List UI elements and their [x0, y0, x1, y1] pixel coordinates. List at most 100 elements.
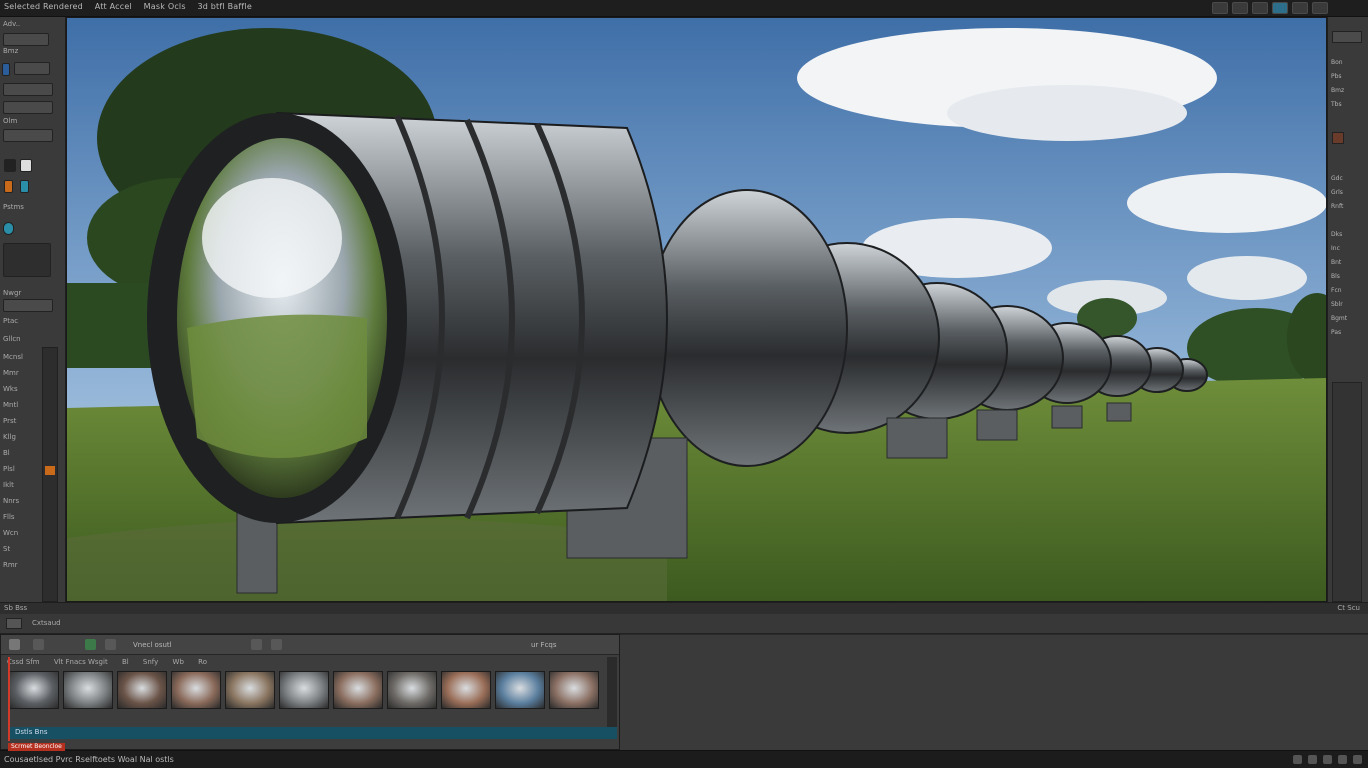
share-icon[interactable]: [1323, 755, 1332, 764]
filmstrip-right-label: ur Fcqs: [531, 641, 557, 649]
menu-item-2[interactable]: Mask Ocls: [144, 2, 186, 11]
view-mode-icon[interactable]: [1272, 2, 1288, 14]
layer-icon[interactable]: [33, 639, 44, 650]
filmstrip-label: Snfy: [142, 658, 159, 666]
loop-icon[interactable]: [105, 639, 116, 650]
tool-icon[interactable]: [271, 639, 282, 650]
settings-icon[interactable]: [1338, 755, 1347, 764]
property-label: Sblr: [1331, 301, 1343, 308]
thumbnail-strip: [9, 671, 599, 709]
media-icon[interactable]: [9, 639, 20, 650]
file-icon[interactable]: [1308, 755, 1317, 764]
tool-button-icon[interactable]: [1312, 2, 1328, 14]
frame-thumbnail[interactable]: [333, 671, 383, 709]
filmstrip-scrollbar[interactable]: [607, 657, 617, 727]
tool-label: Bl: [3, 449, 10, 457]
property-label: Pas: [1331, 329, 1342, 336]
tool-field[interactable]: [3, 83, 53, 96]
property-label: Inc: [1331, 245, 1340, 252]
active-tool-icon[interactable]: [45, 466, 55, 475]
color-swatch-icon[interactable]: [2, 63, 10, 76]
tool-field[interactable]: [3, 299, 53, 312]
filmstrip-label: Ro: [198, 658, 207, 666]
tool-label: Plsl: [3, 465, 15, 473]
status-left: Sb Bss: [4, 604, 28, 612]
menu-bar: Selected Rendered Att Accel Mask Ocls 3d…: [0, 0, 1368, 17]
color-swatch-icon[interactable]: [1332, 132, 1344, 144]
timeline-track[interactable]: Dstls Bns: [9, 727, 617, 739]
status-tag: Scrmet Beoncloe: [8, 743, 65, 751]
panel-scroll-area[interactable]: [1332, 382, 1362, 602]
property-label: Rnft: [1331, 203, 1344, 210]
tool-label: Rmr: [3, 561, 18, 569]
property-label: Tbs: [1331, 101, 1342, 108]
right-properties-panel: Bon Pbs Bmz Tbs Gdc Grls Rnft Dks Inc Bn…: [1327, 17, 1368, 627]
info-icon[interactable]: [1293, 755, 1302, 764]
property-label: Bls: [1331, 273, 1340, 280]
tool-label: Bmz: [3, 47, 19, 55]
property-label: Pbs: [1331, 73, 1342, 80]
tool-icon[interactable]: [251, 639, 262, 650]
frame-thumbnail[interactable]: [495, 671, 545, 709]
menu-item-1[interactable]: Att Accel: [95, 2, 132, 11]
tool-button-icon[interactable]: [1232, 2, 1248, 14]
tray-icons: [1293, 755, 1362, 764]
tool-field[interactable]: [14, 62, 50, 75]
playhead[interactable]: [8, 657, 10, 741]
photo-editor-window: Selected Rendered Att Accel Mask Ocls 3d…: [0, 0, 1368, 768]
property-field[interactable]: [1332, 31, 1362, 43]
tool-field[interactable]: [3, 129, 53, 142]
frame-thumbnail[interactable]: [9, 671, 59, 709]
tool-button-icon[interactable]: [1292, 2, 1308, 14]
frame-thumbnail[interactable]: [441, 671, 491, 709]
frame-thumbnail[interactable]: [171, 671, 221, 709]
menu-item-0[interactable]: Selected Rendered: [4, 2, 83, 11]
zoom-readout[interactable]: Ct Scu: [1337, 604, 1360, 612]
filmstrip-label: Bl: [121, 658, 129, 666]
tool-label: Gllcn: [3, 335, 21, 343]
filmstrip-label: Wb: [172, 658, 184, 666]
tool-field[interactable]: [3, 101, 53, 114]
play-icon[interactable]: [85, 639, 96, 650]
image-viewport[interactable]: [66, 17, 1327, 602]
eraser-icon[interactable]: [20, 159, 32, 172]
top-toolbar: [1212, 2, 1328, 14]
filmstrip-toolbar: Vnecl osutl ur Fcqs: [1, 635, 619, 655]
tool-label: Mcnsl: [3, 353, 23, 361]
tool-label: Wcn: [3, 529, 19, 537]
tool-label: Mntl: [3, 401, 19, 409]
property-label: Dks: [1331, 231, 1343, 238]
property-label: Bgmt: [1331, 315, 1348, 322]
tool-label: Mmr: [3, 369, 19, 377]
frame-thumbnail[interactable]: [279, 671, 329, 709]
picker-icon[interactable]: [20, 180, 29, 193]
tool-scrollbar[interactable]: [42, 347, 58, 602]
frame-thumbnail[interactable]: [63, 671, 113, 709]
target-icon[interactable]: [3, 222, 14, 235]
filmstrip-panel: Vnecl osutl ur Fcqs Cssd Sfm Vlt Fnacs W…: [0, 634, 620, 750]
property-label: Grls: [1331, 189, 1343, 196]
tool-label: Iklt: [3, 481, 14, 489]
timeline-empty-area[interactable]: [620, 634, 1368, 750]
fill-icon[interactable]: [4, 180, 13, 193]
frame-thumbnail[interactable]: [117, 671, 167, 709]
tool-field[interactable]: [3, 33, 49, 46]
brush-icon[interactable]: [4, 159, 16, 172]
preview-box[interactable]: [3, 243, 51, 277]
tool-label: Prst: [3, 417, 17, 425]
property-label: Bmz: [1331, 87, 1345, 94]
tool-label: Nnrs: [3, 497, 20, 505]
help-icon[interactable]: [1353, 755, 1362, 764]
timeline-toggle-icon[interactable]: [6, 618, 22, 629]
frame-thumbnail[interactable]: [387, 671, 437, 709]
tool-button-icon[interactable]: [1252, 2, 1268, 14]
tool-label: Flls: [3, 513, 15, 521]
tool-label: Kllg: [3, 433, 16, 441]
tool-button-icon[interactable]: [1212, 2, 1228, 14]
menu-item-3[interactable]: 3d btfl Baffle: [197, 2, 251, 11]
tool-label: Ptac: [3, 317, 19, 325]
frame-thumbnail[interactable]: [225, 671, 275, 709]
viewport-status-row: Sb Bss Ct Scu: [0, 602, 1368, 614]
frame-thumbnail[interactable]: [549, 671, 599, 709]
status-text: Cousaetlsed Pvrc Rselftoets Woal Nal ost…: [4, 755, 174, 764]
